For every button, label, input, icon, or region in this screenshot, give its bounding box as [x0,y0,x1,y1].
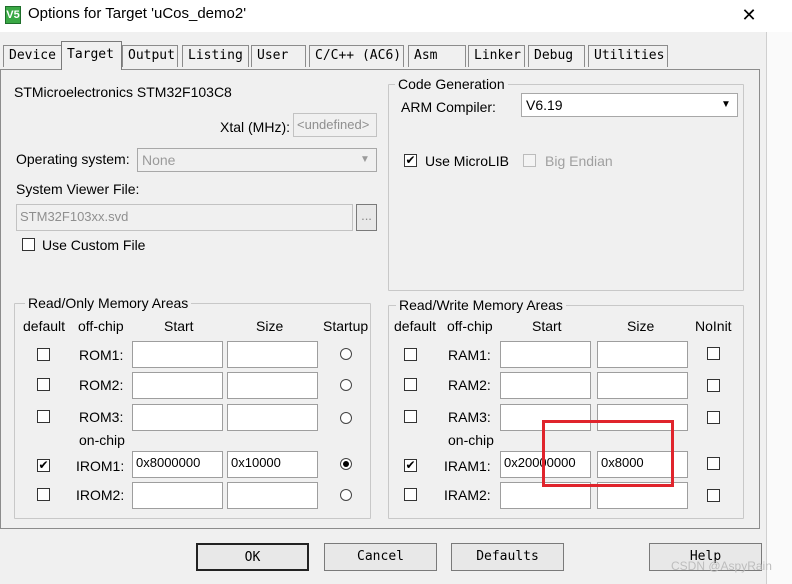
ram2-size-field[interactable] [597,372,688,399]
tab-utilities[interactable]: Utilities [588,45,668,67]
rw-header-offchip: off-chip [447,318,493,334]
rom2-default-checkbox[interactable] [37,378,50,391]
defaults-button[interactable]: Defaults [451,543,564,571]
irom1-label: IROM1: [76,458,125,474]
iram1-noinit-checkbox[interactable] [707,457,720,470]
irom1-default-checkbox[interactable]: ✔ [37,459,50,472]
ro-onchip-label: on-chip [79,432,125,448]
chevron-down-icon: ▼ [360,154,370,165]
ro-header-offchip: off-chip [78,318,124,334]
ram1-noinit-checkbox[interactable] [707,347,720,360]
custom-file-label: Use Custom File [42,237,146,253]
tab-device[interactable]: Device [3,45,62,67]
irom1-startup-radio[interactable] [340,458,352,470]
close-button[interactable]: ✕ [736,2,762,28]
window-title: Options for Target 'uCos_demo2' [28,5,247,22]
ram2-start-field[interactable] [500,372,591,399]
ram2-default-checkbox[interactable] [404,378,417,391]
svd-browse-button[interactable]: ... [356,204,377,231]
rom2-startup-radio[interactable] [340,379,352,391]
ro-header-start: Start [164,318,194,334]
tab-asm[interactable]: Asm [408,45,466,67]
tab-target[interactable]: Target [61,41,122,70]
ram1-start-field[interactable] [500,341,591,368]
rom1-start-field[interactable] [132,341,223,368]
device-name: STMicroelectronics STM32F103C8 [14,84,232,100]
chevron-down-icon: ▼ [721,99,731,110]
tab-c-cpp[interactable]: C/C++ (AC6) [309,45,404,67]
ram1-label: RAM1: [448,347,491,363]
big-endian-checkbox[interactable] [523,154,536,167]
rw-onchip-label: on-chip [448,432,494,448]
rw-header-default: default [394,318,437,334]
irom2-size-field[interactable] [227,482,318,509]
rom3-default-checkbox[interactable] [37,410,50,423]
irom2-start-field[interactable] [132,482,223,509]
ram3-label: RAM3: [448,409,491,425]
tab-linker[interactable]: Linker [468,45,525,67]
ram2-label: RAM2: [448,377,491,393]
os-select[interactable]: None ▼ [137,148,377,172]
rom3-startup-radio[interactable] [340,412,352,424]
xtal-label: Xtal (MHz): [220,119,290,135]
rom1-label: ROM1: [79,347,124,363]
readonly-memory-title: Read/Only Memory Areas [25,295,192,311]
tab-listing[interactable]: Listing [182,45,249,67]
ram3-noinit-checkbox[interactable] [707,411,720,424]
keil-app-icon: V5 [5,6,21,24]
ro-header-size: Size [256,318,284,334]
ram2-noinit-checkbox[interactable] [707,379,720,392]
rom2-size-field[interactable] [227,372,318,399]
compiler-value: V6.19 [526,97,563,113]
irom1-start-field[interactable]: 0x8000000 [132,451,223,478]
rom1-default-checkbox[interactable] [37,348,50,361]
rw-header-start: Start [532,318,562,334]
rom3-start-field[interactable] [132,404,223,431]
tab-output[interactable]: Output [122,45,178,67]
ro-header-startup: Startup [323,318,369,334]
background-window-strip [766,32,792,584]
os-label: Operating system: [16,151,130,167]
irom2-label: IROM2: [76,487,125,503]
irom2-default-checkbox[interactable] [37,488,50,501]
svd-label: System Viewer File: [16,181,140,197]
xtal-field[interactable]: <undefined> [293,113,377,137]
ok-button[interactable]: OK [196,543,309,571]
ro-header-default: default [23,318,66,334]
custom-file-checkbox[interactable] [22,238,35,251]
big-endian-label: Big Endian [545,153,613,169]
watermark: CSDN @AspyRain [671,559,772,573]
cancel-button[interactable]: Cancel [324,543,437,571]
ram1-size-field[interactable] [597,341,688,368]
highlight-box [542,420,674,487]
irom2-startup-radio[interactable] [340,489,352,501]
compiler-label: ARM Compiler: [401,99,496,115]
compiler-select[interactable]: V6.19 ▼ [521,93,738,117]
microlib-label: Use MicroLIB [425,153,510,169]
iram2-default-checkbox[interactable] [404,488,417,501]
iram2-noinit-checkbox[interactable] [707,489,720,502]
ram3-default-checkbox[interactable] [404,410,417,423]
iram1-default-checkbox[interactable]: ✔ [404,459,417,472]
rom3-label: ROM3: [79,409,124,425]
rw-header-noinit: NoInit [695,318,732,334]
iram2-label: IRAM2: [444,487,491,503]
microlib-checkbox[interactable]: ✔ [404,154,417,167]
rom3-size-field[interactable] [227,404,318,431]
rom2-label: ROM2: [79,377,124,393]
iram1-label: IRAM1: [444,458,491,474]
ram1-default-checkbox[interactable] [404,348,417,361]
rom1-startup-radio[interactable] [340,348,352,360]
code-generation-title: Code Generation [395,76,508,92]
rom1-size-field[interactable] [227,341,318,368]
rw-header-size: Size [627,318,655,334]
tab-debug[interactable]: Debug [528,45,585,67]
irom1-size-field[interactable]: 0x10000 [227,451,318,478]
tab-user[interactable]: User [251,45,306,67]
os-value: None [142,152,176,168]
svd-field[interactable]: STM32F103xx.svd [16,204,353,231]
rom2-start-field[interactable] [132,372,223,399]
readwrite-memory-title: Read/Write Memory Areas [396,297,566,313]
